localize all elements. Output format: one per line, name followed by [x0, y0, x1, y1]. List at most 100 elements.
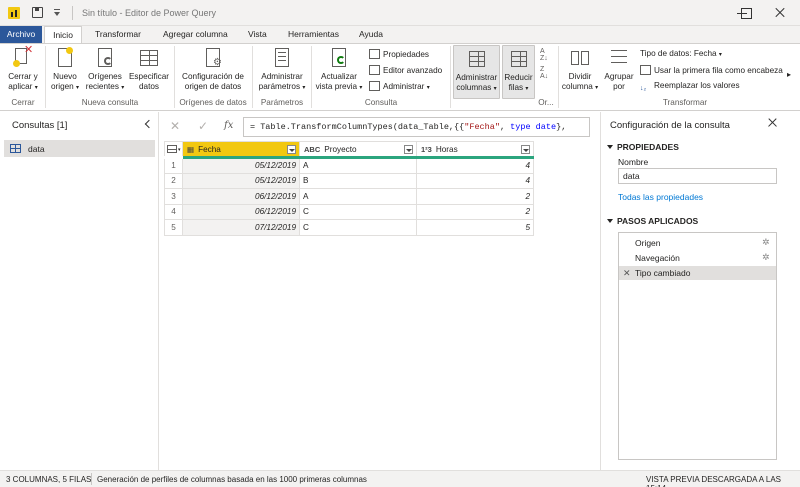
group-separator — [45, 46, 46, 108]
save-icon[interactable] — [32, 7, 43, 18]
all-properties-link[interactable]: Todas las propiedades — [618, 192, 703, 202]
cell-proyecto[interactable]: B — [299, 172, 417, 189]
status-separator — [91, 473, 92, 485]
table-row[interactable]: 4 06/12/2019 C 2 — [164, 203, 534, 220]
table-row[interactable]: 1 05/12/2019 A 4 — [164, 157, 534, 174]
formula-input[interactable]: = Table.TransformColumnTypes(data_Table,… — [243, 117, 590, 137]
group-separator — [252, 46, 253, 108]
status-profiling[interactable]: Generación de perfiles de columnas basad… — [97, 475, 367, 484]
power-bi-icon — [8, 7, 20, 19]
text-type-icon[interactable]: ABC — [304, 145, 320, 154]
tab-transformar[interactable]: Transformar — [86, 26, 150, 43]
recent-sources-button[interactable]: Orígenes recientes ▾ — [84, 47, 126, 93]
tab-ayuda[interactable]: Ayuda — [350, 26, 392, 43]
query-item-data[interactable]: data — [4, 140, 155, 157]
group-by-icon — [608, 47, 630, 69]
advanced-editor-icon — [369, 65, 380, 75]
cell-proyecto[interactable]: A — [299, 188, 417, 205]
new-source-icon — [54, 47, 76, 69]
new-source-button[interactable]: Nuevo origen ▾ — [48, 47, 82, 93]
cell-proyecto[interactable]: C — [299, 219, 417, 236]
tab-archivo[interactable]: Archivo — [0, 26, 42, 43]
table-row[interactable]: 5 07/12/2019 C 5 — [164, 219, 534, 236]
column-header-horas[interactable]: 1²3 Horas — [416, 141, 534, 159]
customize-toolbar-icon[interactable] — [53, 9, 61, 17]
tab-vista[interactable]: Vista — [239, 26, 276, 43]
step-navegacion[interactable]: Navegación ✲ — [619, 251, 776, 265]
cell-fecha[interactable]: 06/12/2019 — [182, 188, 300, 205]
commit-formula-icon[interactable]: ✓ — [198, 119, 208, 133]
reduce-rows-button[interactable]: Reducir filas ▾ — [502, 45, 535, 99]
table-row[interactable]: 2 05/12/2019 B 4 — [164, 172, 534, 189]
row-number: 3 — [164, 188, 183, 205]
cell-fecha[interactable]: 07/12/2019 — [182, 219, 300, 236]
gear-icon[interactable]: ✲ — [762, 238, 771, 247]
cell-horas[interactable]: 2 — [416, 203, 534, 220]
enter-data-label-1: Especificar — [128, 72, 170, 81]
cell-proyecto[interactable]: C — [299, 203, 417, 220]
properties-header[interactable]: PROPIEDADES — [607, 142, 679, 152]
applied-steps-header[interactable]: PASOS APLICADOS — [607, 216, 698, 226]
replace-values-label: Reemplazar los valores — [654, 81, 740, 90]
properties-button[interactable]: Propiedades — [369, 49, 429, 59]
cancel-formula-icon[interactable]: ✕ — [170, 119, 180, 133]
sort-asc-icon[interactable]: A Z↓ — [540, 48, 548, 62]
manage-parameters-button[interactable]: Administrar parámetros ▾ — [256, 47, 308, 93]
refresh-preview-label-2: vista previa — [315, 82, 358, 91]
replace-values-button[interactable]: ↓₂ Reemplazar los valores — [640, 81, 740, 94]
column-header-fecha[interactable]: ▦ Fecha — [182, 141, 300, 159]
name-field[interactable]: data — [618, 168, 777, 184]
close-icon[interactable] — [767, 117, 779, 129]
formula-sep: , — [499, 122, 511, 132]
gear-icon[interactable]: ✲ — [762, 253, 771, 262]
table-menu-icon[interactable]: ▾ — [164, 141, 183, 159]
cell-fecha[interactable]: 05/12/2019 — [182, 172, 300, 189]
cell-fecha[interactable]: 05/12/2019 — [182, 157, 300, 174]
ribbon-scroll-right-icon[interactable]: ▸ — [787, 70, 791, 79]
step-origen[interactable]: Origen ✲ — [619, 236, 776, 250]
refresh-preview-button[interactable]: Actualizar vista previa ▾ — [314, 47, 364, 93]
filter-dropdown-icon[interactable] — [521, 145, 530, 154]
data-type-dropdown[interactable]: Tipo de datos: Fecha ▾ — [640, 49, 722, 58]
collapse-chevron-icon[interactable] — [144, 119, 152, 129]
filter-dropdown-icon[interactable] — [404, 145, 413, 154]
close-window-button[interactable] — [760, 0, 800, 26]
step-tipo-cambiado[interactable]: ✕ Tipo cambiado — [619, 266, 776, 280]
close-apply-button[interactable]: ✕ Cerrar y aplicar ▾ — [4, 45, 42, 93]
cell-fecha[interactable]: 06/12/2019 — [182, 203, 300, 220]
group-label-cerrar: Cerrar — [11, 98, 35, 107]
table-row[interactable]: 3 06/12/2019 A 2 — [164, 188, 534, 205]
group-by-button[interactable]: Agrupar por — [602, 47, 636, 92]
recent-sources-label-2: recientes — [85, 82, 119, 91]
group-label-parametros: Parámetros — [260, 98, 304, 107]
tab-herramientas[interactable]: Herramientas — [279, 26, 348, 43]
data-source-settings-button[interactable]: ⚙ Configuración de origen de datos — [177, 47, 249, 92]
cell-horas[interactable]: 4 — [416, 157, 534, 174]
cell-horas[interactable]: 2 — [416, 188, 534, 205]
row-number: 2 — [164, 172, 183, 189]
cell-horas[interactable]: 4 — [416, 172, 534, 189]
manage-parameters-label-1: Administrar — [261, 72, 303, 81]
window-title: Sin título - Editor de Power Query — [82, 8, 217, 18]
filter-dropdown-icon[interactable] — [287, 145, 296, 154]
step-label: Navegación — [635, 253, 680, 263]
number-type-icon[interactable]: 1²3 — [421, 145, 432, 154]
data-source-settings-label-2: origen de datos — [184, 82, 242, 91]
tab-agregar-columna[interactable]: Agregar columna — [154, 26, 237, 43]
delete-step-icon[interactable]: ✕ — [623, 266, 631, 280]
data-grid: ▾ ▦ Fecha ABC Proyecto 1²3 Horas 1 05/12/20… — [164, 141, 534, 236]
manage-columns-button[interactable]: Administrar columnas ▾ — [453, 45, 500, 99]
column-header-proyecto[interactable]: ABC Proyecto — [299, 141, 417, 159]
date-type-icon[interactable]: ▦ — [187, 145, 194, 154]
tab-inicio[interactable]: Inicio — [44, 26, 82, 44]
split-column-button[interactable]: Dividir columna ▾ — [561, 47, 599, 93]
advanced-editor-button[interactable]: Editor avanzado — [369, 65, 442, 75]
manage-button[interactable]: Administrar ▾ — [369, 81, 430, 91]
enter-data-button[interactable]: Especificar datos — [127, 47, 171, 92]
column-name: Fecha — [198, 144, 221, 154]
row-number: 1 — [164, 157, 183, 174]
cell-proyecto[interactable]: A — [299, 157, 417, 174]
cell-horas[interactable]: 5 — [416, 219, 534, 236]
sort-desc-icon[interactable]: Z A↓ — [540, 66, 548, 80]
use-first-row-button[interactable]: Usar la primera fila como encabeza — [640, 65, 783, 75]
